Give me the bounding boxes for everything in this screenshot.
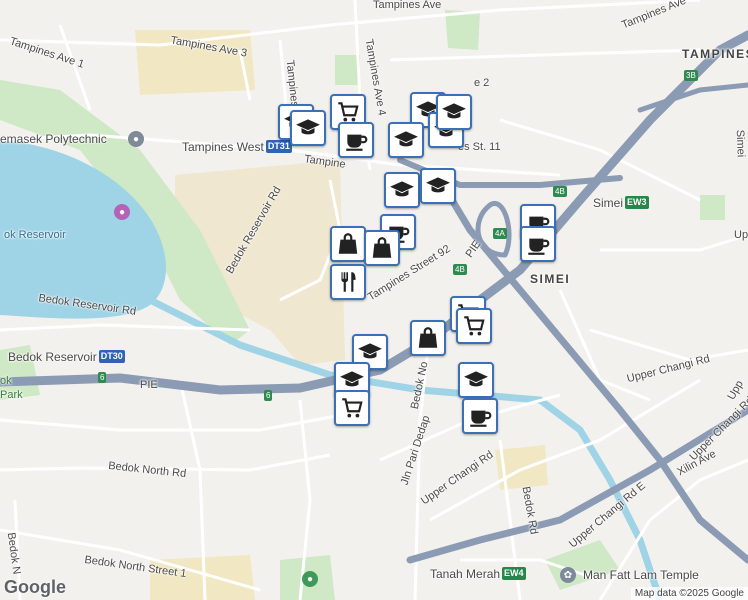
bag-icon [369,235,395,261]
map-marker-school[interactable] [458,362,494,398]
place-label-temasek-poly: emasek Polytechnic [0,132,107,146]
cart-icon [461,313,487,339]
station-name: Tanah Merah [430,566,501,581]
temple-poi-icon: ✿ [560,567,576,583]
exit-shield: 4A [493,228,507,239]
cup-icon [343,127,369,153]
station-code-badge: DT30 [98,350,125,363]
area-label-tampines: TAMPINES [682,47,748,61]
map-marker-school[interactable] [388,122,424,158]
map-marker-food[interactable] [330,264,366,300]
google-logo: Google [4,577,66,597]
place-label-bedok-reservoir: ok Reservoir [4,229,66,241]
station-code-badge: EW4 [502,567,526,580]
map-marker-cup[interactable] [462,398,498,434]
school-icon [425,173,451,199]
road-label-upp-partial: Upp [734,229,748,241]
station-bedok-reservoir[interactable]: Bedok Reservoir DT30 [8,350,125,363]
school-icon [441,99,467,125]
station-simei[interactable]: Simei EW3 [593,196,649,209]
food-icon [335,269,361,295]
road-label-tampines-ave-top: Tampines Ave [373,0,442,11]
map-marker-cart[interactable] [456,308,492,344]
attraction-poi-icon: ● [114,204,130,220]
station-name: Bedok Reservoir [8,349,97,364]
road-label-simei-partial: Simei [733,129,747,158]
park-poi-icon: ● [302,571,318,587]
cup-icon [467,403,493,429]
school-icon [389,177,415,203]
school-icon [463,367,489,393]
map-marker-school[interactable] [384,172,420,208]
exit-shield: 4B [553,186,567,197]
station-tampines-west[interactable]: Tampines West DT31 [182,140,292,153]
station-tanah-merah[interactable]: Tanah Merah EW4 [430,567,526,580]
exit-shield: 6 [264,390,273,401]
cup-icon [525,231,551,257]
map-marker-cup[interactable] [338,122,374,158]
school-icon [295,115,321,141]
exit-shield: 3B [684,70,698,81]
map-marker-bag[interactable] [330,226,366,262]
road-label-pie-west: PIE [140,379,158,391]
road-label-tampines-ave-2: e 2 [474,77,490,89]
station-name: Tampines West [182,139,264,154]
map-marker-cup[interactable] [520,226,556,262]
road-label-tampines-st-11: es St. 11 [458,141,501,153]
map-marker-school[interactable] [436,94,472,130]
station-name: Simei [593,195,624,210]
map-marker-bag[interactable] [364,230,400,266]
map-marker-bag[interactable] [410,320,446,356]
map-marker-cart[interactable] [334,390,370,426]
place-label-man-fatt-lam: Man Fatt Lam Temple [583,568,699,582]
map-marker-school[interactable] [420,168,456,204]
school-icon [393,127,419,153]
place-label-park-2: Park [0,389,23,401]
exit-shield: 6 [98,372,107,383]
map-marker-school[interactable] [290,110,326,146]
exit-shield: 4B [453,264,467,275]
place-label-park-1: ok [0,375,12,387]
station-code-badge: DT31 [265,140,292,153]
map-attribution: Map data ©2025 Google [630,587,748,600]
station-code-badge: EW3 [625,196,649,209]
bag-icon [335,231,361,257]
bag-icon [415,325,441,351]
area-label-simei: SIMEI [530,272,571,286]
cart-icon [339,395,365,421]
school-poi-icon: ● [128,131,144,147]
